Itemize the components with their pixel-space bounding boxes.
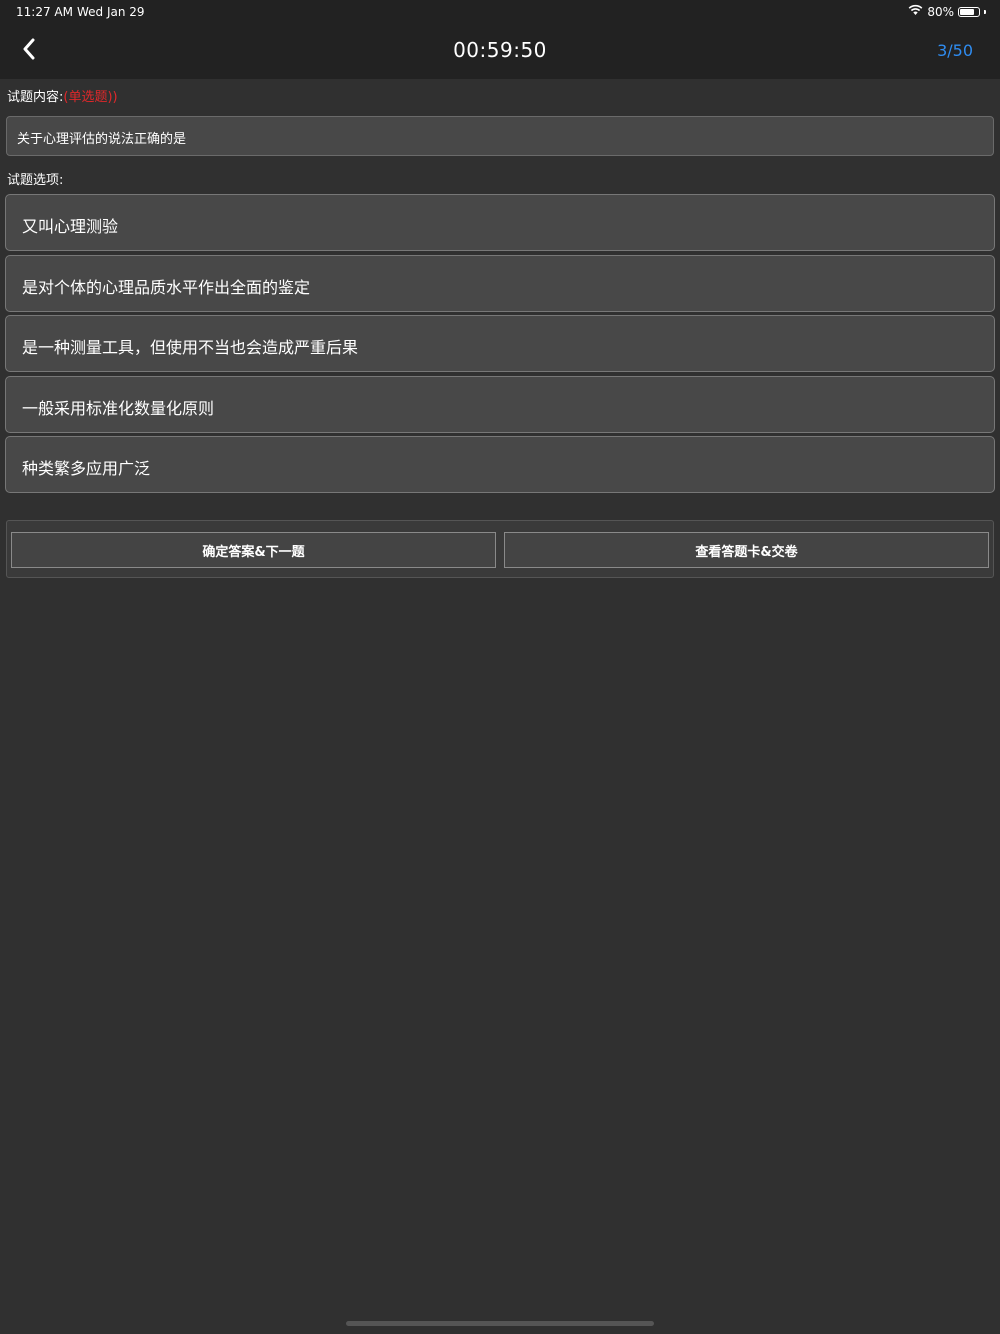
question-type-tag: (单选题)) [63, 90, 118, 105]
option-item[interactable]: 是对个体的心理品质水平作出全面的鉴定 [5, 254, 995, 312]
answer-card-submit-button[interactable]: 查看答题卡&交卷 [504, 532, 989, 568]
status-bar: 11:27 AM Wed Jan 29 80% [0, 0, 1000, 24]
action-bar: 确定答案&下一题 查看答题卡&交卷 [6, 520, 994, 578]
option-item[interactable]: 一般采用标准化数量化原则 [5, 375, 995, 433]
options-list: 又叫心理测验 是对个体的心理品质水平作出全面的鉴定 是一种测量工具，但使用不当也… [5, 194, 995, 497]
status-indicators: 80% [908, 4, 986, 19]
option-item[interactable]: 是一种测量工具，但使用不当也会造成严重后果 [5, 315, 995, 372]
battery-tip [984, 9, 986, 14]
options-label: 试题选项: [7, 173, 64, 188]
question-content-label: 试题内容: [7, 90, 64, 105]
question-text: 关于心理评估的说法正确的是 [6, 116, 994, 156]
confirm-next-button[interactable]: 确定答案&下一题 [11, 532, 496, 568]
home-indicator[interactable] [346, 1321, 654, 1326]
exam-timer: 00:59:50 [453, 38, 547, 62]
battery-percent: 80% [927, 4, 954, 19]
option-item[interactable]: 又叫心理测验 [5, 194, 995, 251]
battery-level [960, 8, 975, 15]
option-item[interactable]: 种类繁多应用广泛 [5, 436, 995, 493]
nav-bar: 00:59:50 3/50 [0, 24, 1000, 79]
question-content-heading: 试题内容:(单选题)) [7, 86, 118, 105]
battery-icon [958, 6, 980, 17]
wifi-icon [908, 4, 923, 19]
question-progress[interactable]: 3/50 [937, 41, 973, 60]
status-time: 11:27 AM [16, 5, 73, 19]
status-date: Wed Jan 29 [77, 5, 145, 19]
